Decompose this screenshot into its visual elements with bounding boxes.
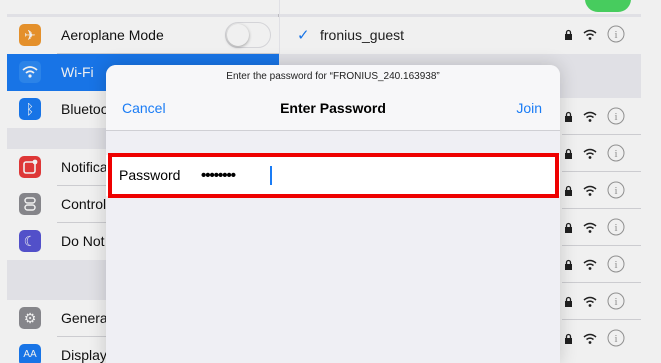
password-field-highlight-box (108, 153, 559, 198)
password-prompt: Enter the password for “FRONIUS_240.1639… (226, 71, 440, 82)
sheet-title: Enter Password (280, 100, 386, 116)
sheet-header: Enter the password for “FRONIUS_240.1639… (106, 65, 560, 131)
enter-password-sheet: Enter the password for “FRONIUS_240.1639… (106, 65, 560, 363)
join-button[interactable]: Join (516, 100, 542, 116)
